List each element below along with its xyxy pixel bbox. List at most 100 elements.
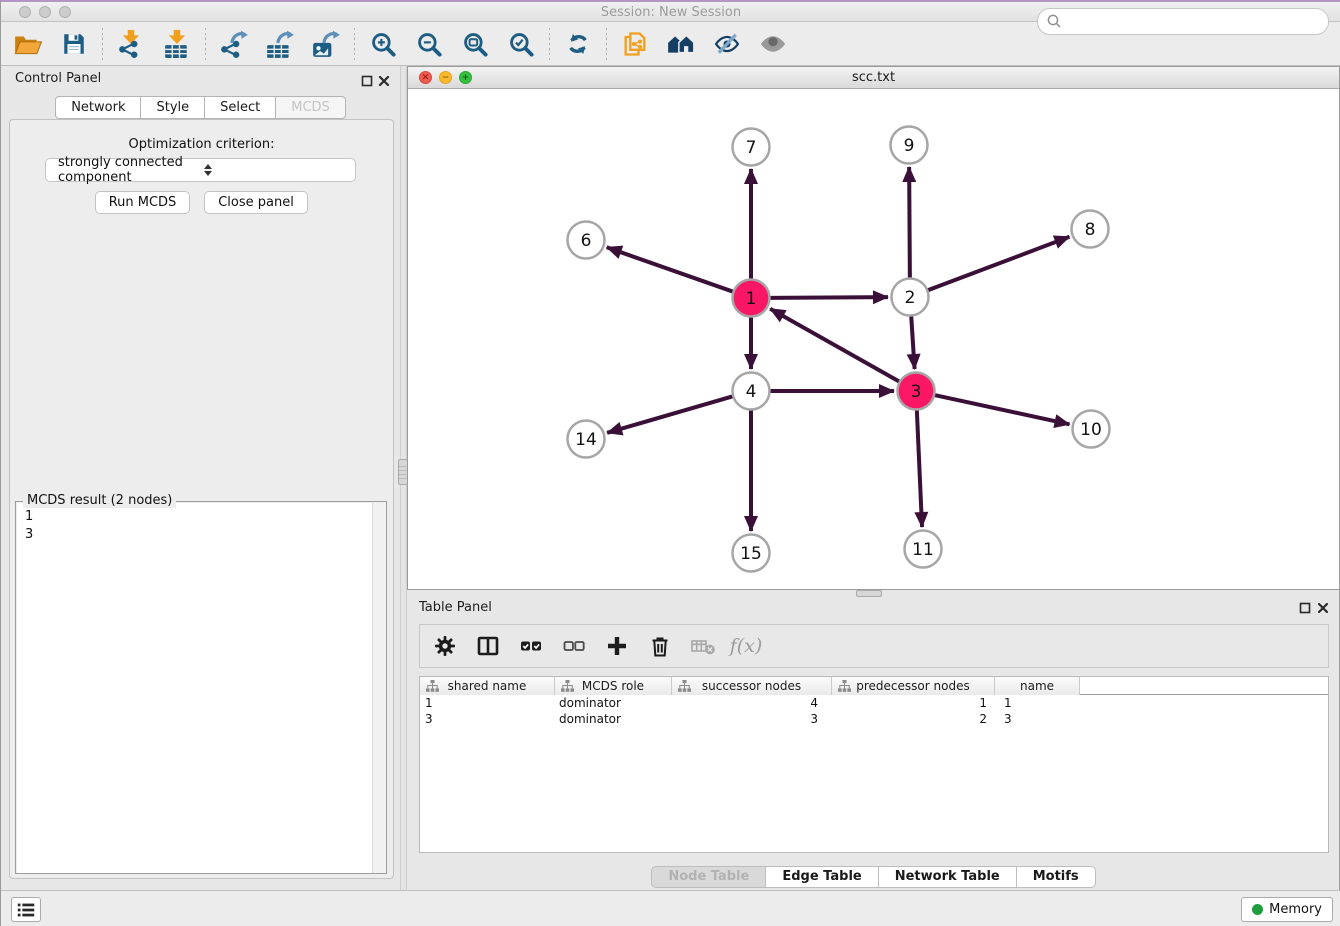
eye-icon[interactable] bbox=[758, 29, 788, 59]
export-table-icon[interactable] bbox=[265, 29, 295, 59]
node-8[interactable]: 8 bbox=[1072, 211, 1109, 248]
zoom-in-icon[interactable] bbox=[368, 29, 398, 59]
gear-icon[interactable] bbox=[432, 633, 458, 659]
network-window-title: scc.txt bbox=[408, 70, 1339, 85]
edge-2-8[interactable] bbox=[928, 237, 1070, 291]
table-row[interactable]: 3dominator323 bbox=[420, 711, 1328, 727]
edge-1-6[interactable] bbox=[607, 247, 733, 291]
node-table-header: shared nameMCDS rolesuccessor nodesprede… bbox=[420, 677, 1328, 695]
houses-icon[interactable] bbox=[666, 29, 696, 59]
result-scrollbar[interactable] bbox=[372, 503, 386, 873]
column-header-shared-name[interactable]: shared name bbox=[420, 677, 555, 695]
table-cell[interactable]: 3 bbox=[420, 711, 555, 727]
table-row[interactable]: 1dominator411 bbox=[420, 695, 1328, 711]
zoom-selected-icon[interactable] bbox=[506, 29, 536, 59]
duplicate-network-icon[interactable] bbox=[620, 29, 650, 59]
node-label: 1 bbox=[746, 289, 757, 309]
node-10[interactable]: 10 bbox=[1073, 411, 1110, 448]
node-label: 4 bbox=[746, 382, 757, 402]
list-icon bbox=[15, 899, 37, 921]
column-header-predecessor-nodes[interactable]: predecessor nodes bbox=[832, 677, 995, 695]
folder-open-icon[interactable] bbox=[13, 29, 43, 59]
column-header-successor-nodes[interactable]: successor nodes bbox=[672, 677, 832, 695]
memory-status-icon bbox=[1252, 904, 1263, 915]
import-network-icon[interactable] bbox=[116, 29, 146, 59]
run-mcds-button[interactable]: Run MCDS bbox=[95, 191, 190, 214]
column-header-mcds-role[interactable]: MCDS role bbox=[555, 677, 672, 695]
search-input[interactable] bbox=[1063, 12, 1328, 32]
tab-select[interactable]: Select bbox=[204, 96, 276, 119]
node-15[interactable]: 15 bbox=[733, 535, 770, 572]
toolbar-separator bbox=[354, 28, 355, 60]
node-3[interactable]: 3 bbox=[898, 373, 935, 410]
zoom-fit-icon[interactable] bbox=[460, 29, 490, 59]
zoom-out-icon[interactable] bbox=[414, 29, 444, 59]
mcds-result-textarea[interactable]: 13 bbox=[17, 503, 386, 873]
table-cell[interactable]: dominator bbox=[555, 695, 672, 711]
table-cell[interactable]: 2 bbox=[832, 711, 995, 727]
control-panel-tabs: NetworkStyleSelectMCDS bbox=[1, 96, 401, 119]
optimization-criterion-select[interactable]: strongly connected component bbox=[45, 158, 356, 182]
table-cell[interactable]: dominator bbox=[555, 711, 672, 727]
edge-1-2[interactable] bbox=[770, 297, 888, 298]
node-11[interactable]: 11 bbox=[905, 531, 942, 568]
tab-style[interactable]: Style bbox=[140, 96, 205, 119]
table-cell[interactable]: 1 bbox=[995, 695, 1080, 711]
node-6[interactable]: 6 bbox=[568, 222, 605, 259]
export-network-icon[interactable] bbox=[219, 29, 249, 59]
control-panel-float-icon[interactable] bbox=[361, 75, 373, 87]
optimization-criterion-label: Optimization criterion: bbox=[9, 137, 394, 152]
edge-4-14[interactable] bbox=[607, 396, 733, 433]
horizontal-splitter-handle[interactable] bbox=[856, 590, 882, 597]
tab-mcds[interactable]: MCDS bbox=[275, 96, 346, 119]
mcds-result-line: 1 bbox=[25, 508, 364, 526]
edge-3-10[interactable] bbox=[935, 395, 1070, 424]
hide-eye-icon[interactable] bbox=[712, 29, 742, 59]
table-cell[interactable]: 3 bbox=[672, 711, 832, 727]
tab-edge-table[interactable]: Edge Table bbox=[765, 866, 878, 888]
edge-2-9[interactable] bbox=[909, 167, 910, 278]
table-cell[interactable]: 1 bbox=[832, 695, 995, 711]
task-history-button[interactable] bbox=[11, 897, 41, 922]
tab-network-table[interactable]: Network Table bbox=[878, 866, 1017, 888]
deselect-all-icon[interactable] bbox=[561, 633, 587, 659]
table-panel-float-icon[interactable] bbox=[1299, 602, 1311, 614]
node-table[interactable]: shared nameMCDS rolesuccessor nodesprede… bbox=[419, 676, 1329, 853]
network-window-titlebar[interactable]: ✕ − + scc.txt bbox=[408, 67, 1339, 89]
node-1[interactable]: 1 bbox=[733, 280, 770, 317]
column-header-name[interactable]: name bbox=[995, 677, 1080, 695]
search-box[interactable] bbox=[1037, 8, 1329, 35]
node-9[interactable]: 9 bbox=[891, 127, 928, 164]
memory-button[interactable]: Memory bbox=[1241, 897, 1333, 922]
node-4[interactable]: 4 bbox=[733, 373, 770, 410]
select-all-icon[interactable] bbox=[518, 633, 544, 659]
floppy-save-icon[interactable] bbox=[59, 29, 89, 59]
edge-2-3[interactable] bbox=[911, 316, 914, 369]
table-panel-close-icon[interactable] bbox=[1317, 602, 1329, 614]
table-cell[interactable]: 4 bbox=[672, 695, 832, 711]
control-panel-close-icon[interactable] bbox=[378, 75, 390, 87]
network-view-window: ✕ − + scc.txt 7 9 6 8 1 2 4 3 14 10 15 11 bbox=[407, 66, 1340, 590]
node-2[interactable]: 2 bbox=[892, 279, 929, 316]
tab-node-table[interactable]: Node Table bbox=[651, 866, 766, 888]
table-panel-tabs: Node TableEdge TableNetwork TableMotifs bbox=[407, 866, 1340, 888]
tab-motifs[interactable]: Motifs bbox=[1016, 866, 1096, 888]
export-image-icon[interactable] bbox=[311, 29, 341, 59]
edge-3-11[interactable] bbox=[917, 410, 922, 527]
refresh-icon[interactable] bbox=[563, 29, 593, 59]
delete-row-icon[interactable] bbox=[647, 633, 673, 659]
node-7[interactable]: 7 bbox=[733, 129, 770, 166]
close-panel-button[interactable]: Close panel bbox=[204, 191, 308, 214]
node-14[interactable]: 14 bbox=[568, 421, 605, 458]
add-row-icon[interactable] bbox=[604, 633, 630, 659]
delete-table-icon bbox=[690, 633, 716, 659]
status-bar: Memory bbox=[1, 890, 1340, 926]
mcds-result-lines: 13 bbox=[17, 503, 372, 873]
table-cell[interactable]: 1 bbox=[420, 695, 555, 711]
edge-3-1[interactable] bbox=[770, 309, 899, 382]
table-cell[interactable]: 3 bbox=[995, 711, 1080, 727]
network-canvas[interactable]: 7 9 6 8 1 2 4 3 14 10 15 11 bbox=[408, 89, 1339, 590]
import-table-icon[interactable] bbox=[162, 29, 192, 59]
tab-network[interactable]: Network bbox=[55, 96, 141, 119]
split-columns-icon[interactable] bbox=[475, 633, 501, 659]
